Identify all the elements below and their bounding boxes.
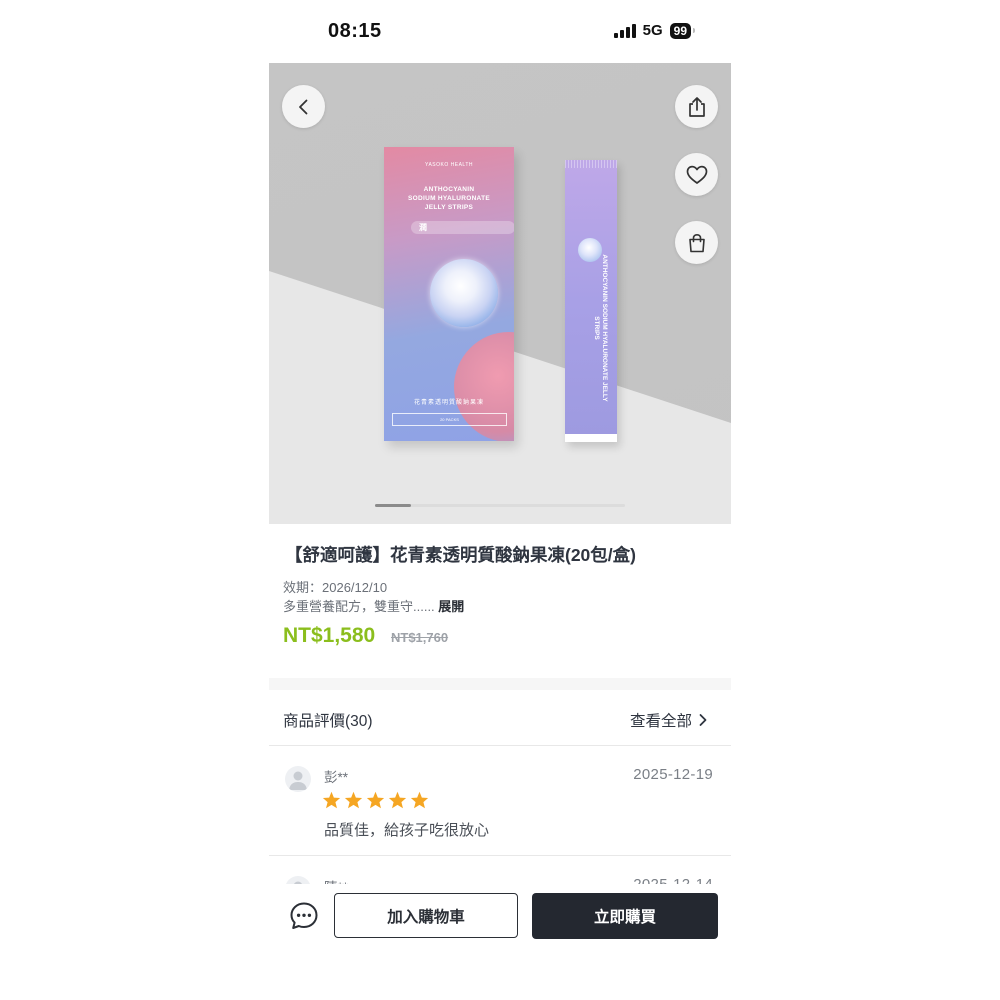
product-title: 【舒適呵護】花青素透明質酸鈉果凍(20包/盒) <box>285 545 636 565</box>
heart-icon <box>686 165 707 184</box>
expand-link[interactable]: 展開 <box>438 599 464 614</box>
product-sachet: ANTHOCYANIN SODIUM HYALURONATE JELLY STR… <box>565 160 617 442</box>
view-all-label: 查看全部 <box>629 713 692 730</box>
bottom-action-bar: 加入購物車 立即購買 <box>269 884 731 1000</box>
star-icon <box>410 791 429 809</box>
add-to-bag-button[interactable] <box>675 221 718 264</box>
carousel-indicator-active <box>375 504 411 507</box>
chevron-left-icon <box>298 99 307 114</box>
user-icon <box>289 771 307 790</box>
reviews-heading: 商品評價(30) <box>283 713 373 730</box>
chat-button[interactable] <box>289 901 319 931</box>
status-bar: 08:15 5G 99 <box>269 0 731 63</box>
reviewer-name: 彭** <box>324 770 349 785</box>
original-price: NT$1,760 <box>391 630 449 645</box>
phone-screen: 08:15 5G 99 YASOKO HEALTH ANTHOCYANIN SO… <box>269 0 731 1000</box>
review-text: 品質佳，給孩子吃很放心 <box>324 822 490 839</box>
divider <box>269 745 731 746</box>
box-tag-text: 潤 <box>419 223 427 232</box>
back-button[interactable] <box>282 85 325 128</box>
sachet-seal-top <box>565 160 617 168</box>
avatar <box>285 766 311 792</box>
chevron-right-icon <box>699 714 707 726</box>
star-rating <box>322 791 429 809</box>
carousel-indicator <box>375 504 625 507</box>
buy-now-button[interactable]: 立即購買 <box>532 893 718 939</box>
favorite-button[interactable] <box>675 153 718 196</box>
box-title-line: JELLY STRIPS <box>424 204 474 211</box>
box-tag: 潤 <box>411 221 514 234</box>
share-button[interactable] <box>675 85 718 128</box>
star-icon <box>366 791 385 809</box>
product-description: 多重營養配方，雙重守...... 展開 <box>283 596 464 615</box>
shopping-bag-icon <box>688 233 705 252</box>
sachet-seal-bottom <box>565 434 617 442</box>
star-icon <box>388 791 407 809</box>
description-text: 多重營養配方，雙重守...... <box>283 599 435 614</box>
star-icon <box>344 791 363 809</box>
box-brand: YASOKO HEALTH <box>425 162 473 168</box>
box-title-line: SODIUM HYALURONATE <box>408 195 490 202</box>
share-icon <box>688 96 705 117</box>
signal-icon <box>613 23 636 38</box>
product-image-carousel[interactable]: YASOKO HEALTH ANTHOCYANIN SODIUM HYALURO… <box>269 63 731 524</box>
review-date: 2025-12-19 <box>633 766 713 783</box>
product-box: YASOKO HEALTH ANTHOCYANIN SODIUM HYALURO… <box>384 147 514 441</box>
sachet-text: ANTHOCYANIN SODIUM HYALURONATE JELLY STR… <box>593 254 608 402</box>
chat-bubble-icon <box>290 902 318 929</box>
status-indicators: 5G 99 <box>613 22 696 39</box>
box-title: ANTHOCYANIN SODIUM HYALURONATE JELLY STR… <box>384 185 514 212</box>
battery-icon: 99 <box>669 22 696 39</box>
sale-price: NT$1,580 <box>283 624 376 647</box>
view-all-reviews-link[interactable]: 查看全部 <box>630 709 709 731</box>
status-time: 08:15 <box>328 20 382 42</box>
network-type: 5G <box>642 22 663 39</box>
section-gap <box>269 678 731 690</box>
box-title-line: ANTHOCYANIN <box>423 186 475 193</box>
box-chinese-name: 花青素透明質酸鈉果凍 <box>413 400 484 406</box>
expiry-date: 效期：2026/12/10 <box>283 580 388 595</box>
star-icon <box>322 791 341 809</box>
box-packs: 20 PACKS <box>392 413 507 426</box>
add-to-cart-button[interactable]: 加入購物車 <box>334 893 518 938</box>
divider <box>269 855 731 856</box>
box-orb <box>430 259 498 327</box>
